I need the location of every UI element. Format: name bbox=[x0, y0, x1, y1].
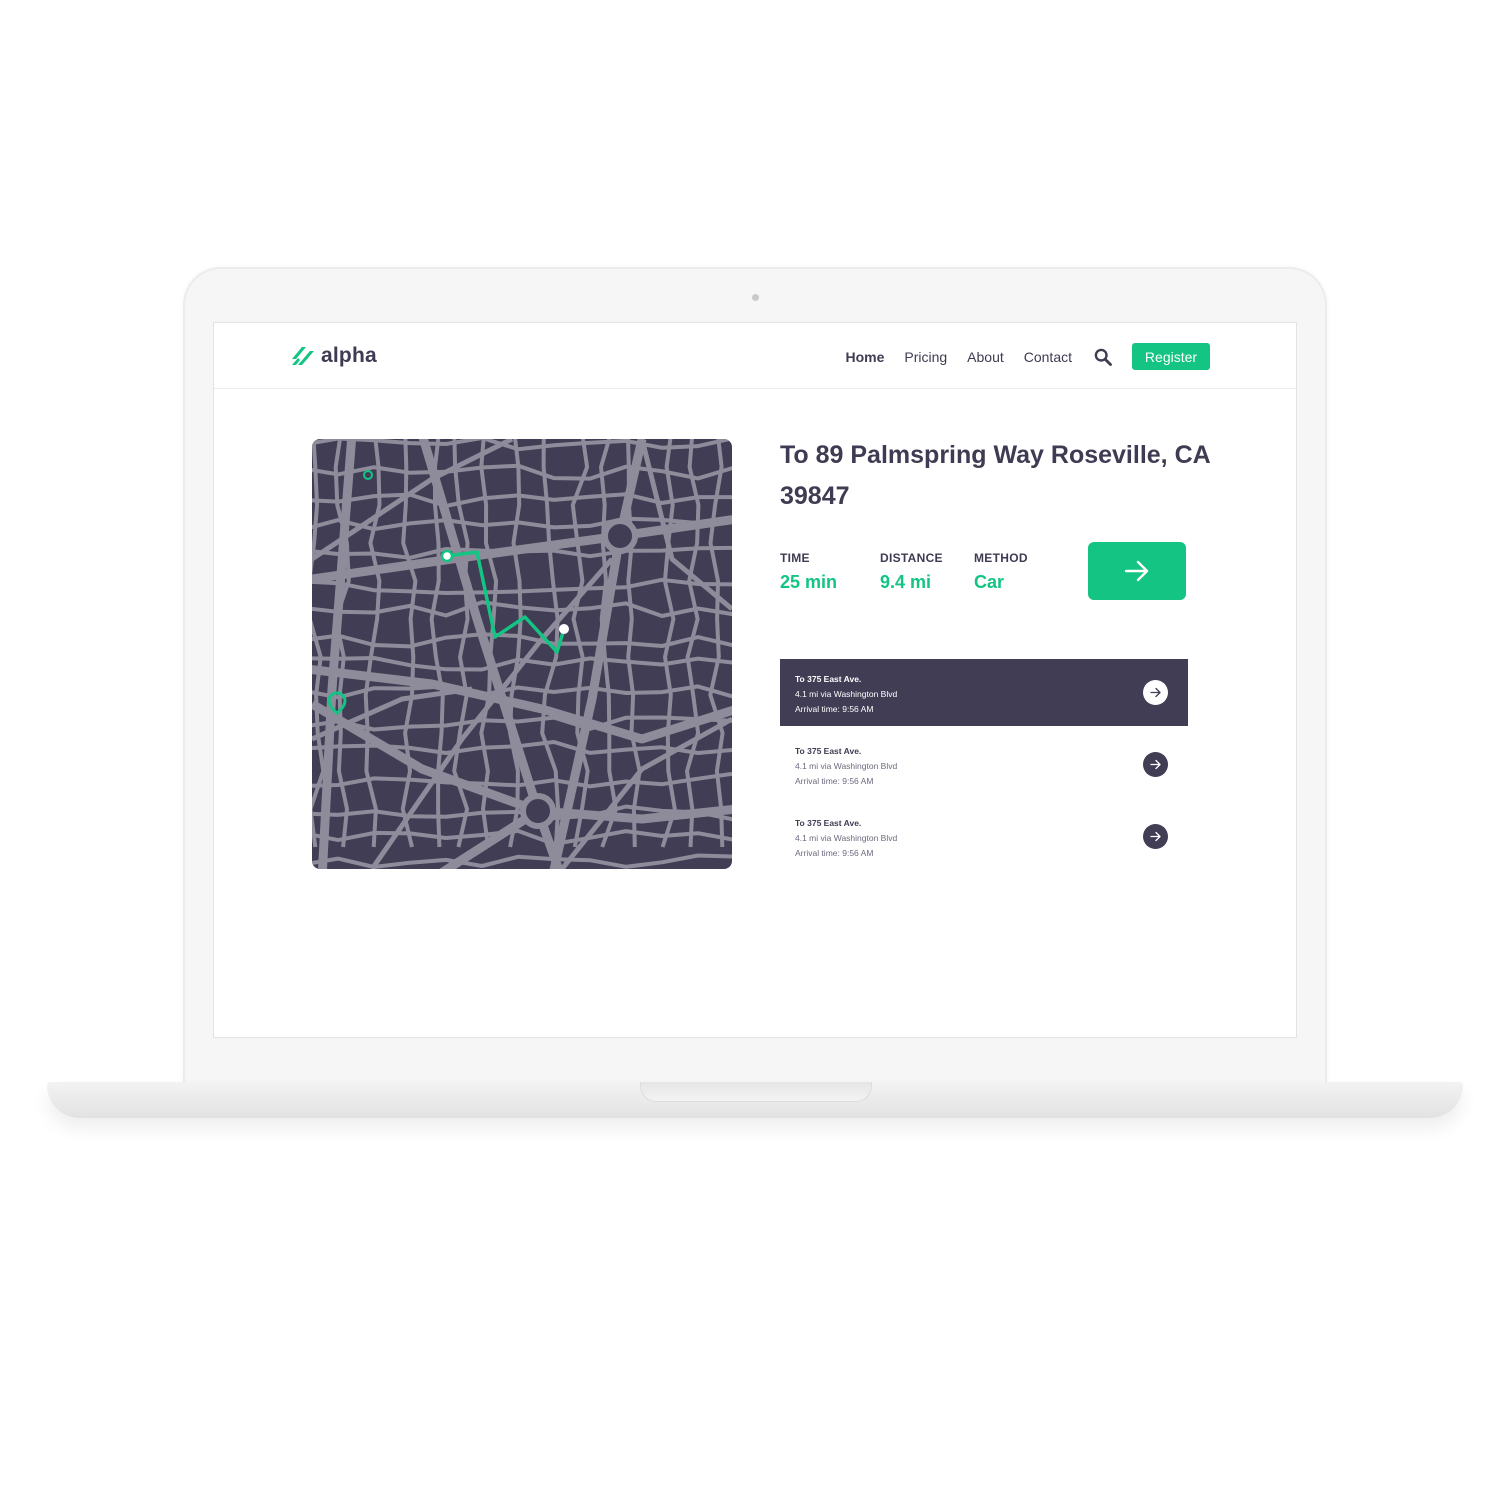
nav-home[interactable]: Home bbox=[845, 349, 884, 365]
map-roundabout bbox=[520, 793, 556, 829]
stat-time-value: 25 min bbox=[780, 572, 838, 592]
route-distance: 4.1 mi via Washington Blvd bbox=[795, 833, 898, 843]
route-arrow-button[interactable] bbox=[1143, 824, 1168, 849]
route-arrow-button[interactable] bbox=[1143, 680, 1168, 705]
route-arrow-button[interactable] bbox=[1143, 752, 1168, 777]
register-button[interactable]: Register bbox=[1132, 343, 1210, 370]
stat-distance-label: DISTANCE bbox=[880, 551, 943, 565]
route-title: To 375 East Ave. bbox=[795, 818, 862, 828]
stat-method: METHOD Car bbox=[974, 551, 1028, 593]
navbar: alpha Home Pricing About Contact Registe… bbox=[214, 323, 1296, 389]
route-arrival: Arrival time: 9:56 AM bbox=[795, 848, 874, 858]
arrow-right-icon bbox=[1150, 759, 1161, 770]
route-option[interactable]: To 375 East Ave. 4.1 mi via Washington B… bbox=[780, 803, 1188, 870]
search-icon[interactable] bbox=[1094, 348, 1112, 366]
nav-about[interactable]: About bbox=[967, 349, 1004, 365]
stat-distance-value: 9.4 mi bbox=[880, 572, 932, 592]
route-option[interactable]: To 375 East Ave. 4.1 mi via Washington B… bbox=[780, 659, 1188, 726]
arrow-right-icon bbox=[1124, 560, 1149, 582]
route-map[interactable] bbox=[312, 439, 732, 869]
arrow-right-icon bbox=[1150, 687, 1161, 698]
route-option[interactable]: To 375 East Ave. 4.1 mi via Washington B… bbox=[780, 731, 1188, 798]
stat-distance: DISTANCE 9.4 mi bbox=[880, 551, 943, 593]
route-distance: 4.1 mi via Washington Blvd bbox=[795, 689, 898, 699]
stat-time-label: TIME bbox=[780, 551, 810, 565]
route-arrival: Arrival time: 9:56 AM bbox=[795, 704, 874, 714]
street-map-graphic bbox=[312, 439, 732, 869]
route-distance: 4.1 mi via Washington Blvd bbox=[795, 761, 898, 771]
map-street bbox=[312, 492, 732, 508]
trip-destination-title: To 89 Palmspring Way Roseville, CA 39847 bbox=[780, 441, 1210, 510]
laptop-screen: alpha Home Pricing About Contact Registe… bbox=[213, 322, 1297, 1038]
route-title: To 375 East Ave. bbox=[795, 674, 862, 684]
route-start-marker bbox=[440, 549, 454, 563]
logo-text: alpha bbox=[321, 344, 377, 367]
laptop-notch bbox=[640, 1082, 872, 1102]
route-arrival: Arrival time: 9:56 AM bbox=[795, 776, 874, 786]
logo-slashes-icon bbox=[292, 347, 314, 365]
nav-contact[interactable]: Contact bbox=[1024, 349, 1072, 365]
location-dot-marker bbox=[363, 470, 373, 480]
main-nav: Home Pricing About Contact Register bbox=[845, 343, 1210, 370]
webcam-dot bbox=[752, 294, 759, 301]
route-options-list: To 375 East Ave. 4.1 mi via Washington B… bbox=[780, 659, 1188, 875]
stat-time: TIME 25 min bbox=[780, 551, 837, 593]
arrow-right-icon bbox=[1150, 831, 1161, 842]
start-navigation-button[interactable] bbox=[1088, 542, 1186, 600]
route-title: To 375 East Ave. bbox=[795, 746, 862, 756]
logo[interactable]: alpha bbox=[291, 344, 377, 368]
map-roundabout bbox=[602, 518, 638, 554]
nav-pricing[interactable]: Pricing bbox=[904, 349, 947, 365]
stat-method-label: METHOD bbox=[974, 551, 1028, 565]
stat-method-value: Car bbox=[974, 572, 1005, 592]
route-end-marker bbox=[559, 624, 569, 634]
